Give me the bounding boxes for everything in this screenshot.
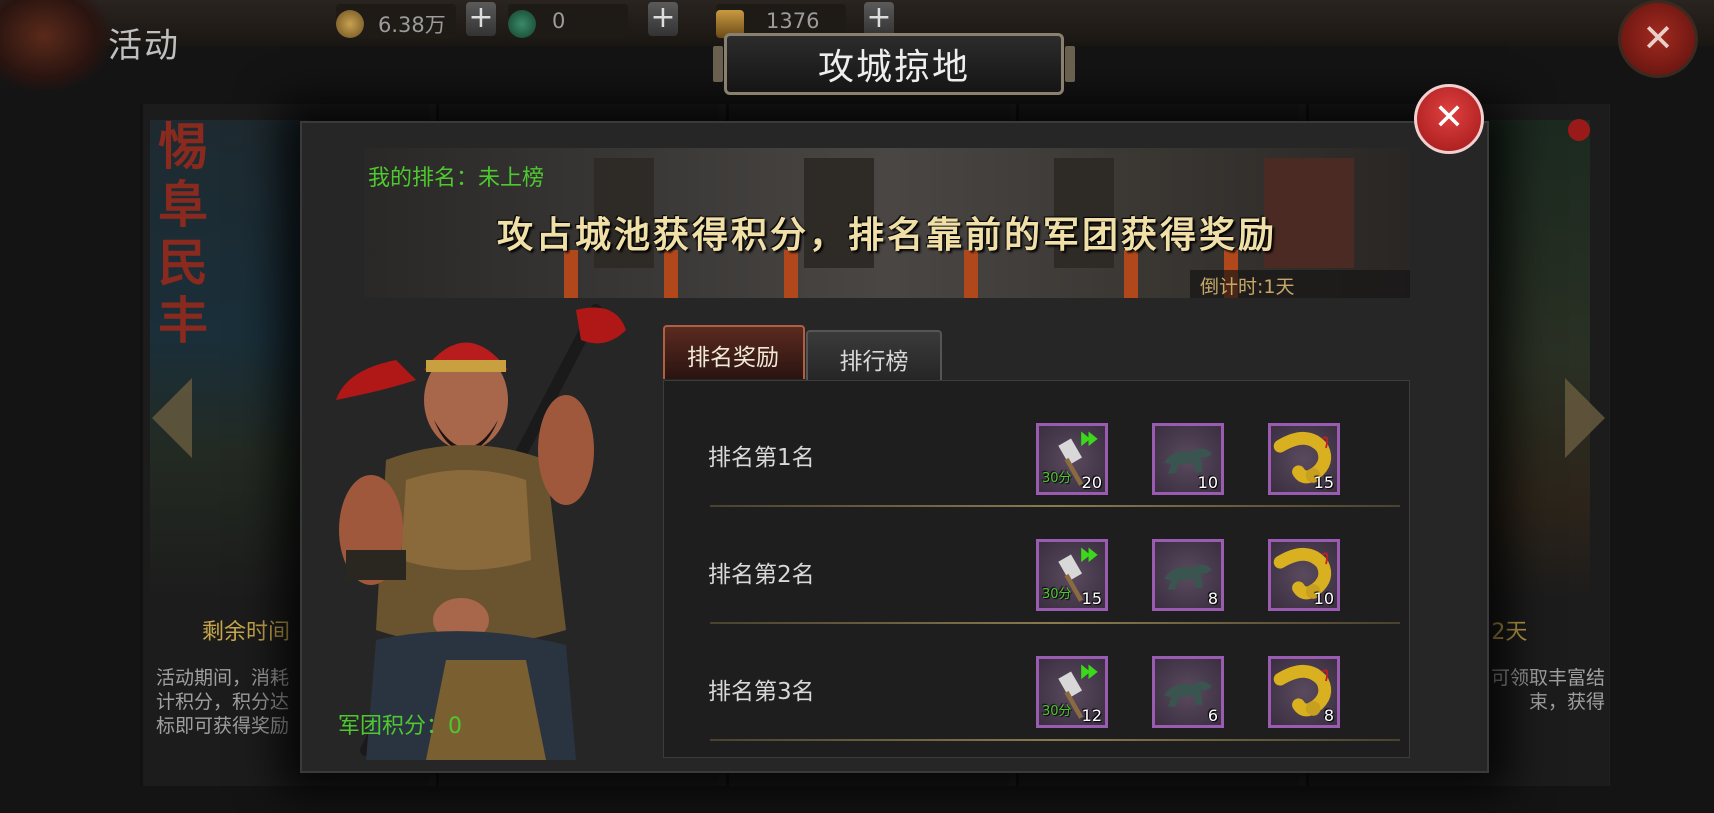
tab-rank-reward-label[interactable]: 排名奖励 [663,338,803,372]
coin-string-icon[interactable]: 10 [1268,539,1340,611]
item-count: 10 [1197,473,1218,492]
item-count: 15 [1313,473,1334,492]
page-title: 活动 [108,26,180,66]
event-slogan: 攻占城池获得积分，排名靠前的军团获得奖励 [496,214,1277,256]
dialog-close-button[interactable]: ✕ [1414,84,1484,154]
countdown-timer: 倒计时:1天 [1200,276,1295,298]
jade-value: 0 [552,9,566,33]
panther-mount-icon[interactable]: 6 [1152,656,1224,728]
item-count: 10 [1313,589,1334,608]
row-divider [710,622,1400,624]
item-count: 6 [1207,706,1218,725]
rank-2-label: 排名第2名 [708,562,815,588]
tab-leaderboard-label[interactable]: 排行榜 [806,342,942,376]
arrow-right-icon[interactable] [1565,378,1605,458]
add-copper-button[interactable]: + [466,2,496,36]
jade-icon [508,10,536,38]
gold-value: 1376 [766,9,820,33]
item-badge: 30分 [1042,587,1072,602]
item-badge: 30分 [1042,704,1072,719]
close-activity-button[interactable]: ✕ [1618,0,1698,78]
panther-mount-icon[interactable]: 10 [1152,423,1224,495]
dragon-emblem-icon [0,0,110,90]
rank-1-label: 排名第1名 [708,445,815,471]
dialog-title: 攻城掠地 [817,47,970,88]
left-card-time: 剩余时间 [202,620,291,645]
arrow-left-icon[interactable] [152,378,192,458]
my-rank-label: 我的排名：未上榜 [368,166,545,191]
row-divider [710,739,1400,741]
add-gold-button[interactable]: + [864,2,894,36]
general-hero-illustration [336,304,626,760]
copper-value: 6.38万 [378,13,446,37]
guild-score-label: 军团积分：0 [338,714,462,739]
copper-coin-icon [336,10,364,38]
item-count: 12 [1081,706,1102,725]
item-count: 20 [1081,473,1102,492]
speedup-hammer-icon[interactable]: 30分 20 [1036,423,1108,495]
coin-string-icon[interactable]: 8 [1268,656,1340,728]
item-count: 15 [1081,589,1102,608]
row-divider [710,505,1400,507]
item-count: 8 [1207,589,1218,608]
add-jade-button[interactable]: + [648,2,678,36]
item-count: 8 [1323,706,1334,725]
notification-dot [1568,119,1590,141]
left-card-description: 活动期间，消耗计积分，积分达标即可获得奖励 [156,667,290,737]
speedup-hammer-icon[interactable]: 30分 12 [1036,656,1108,728]
coin-string-icon[interactable]: 15 [1268,423,1340,495]
rank-3-label: 排名第3名 [708,679,815,705]
item-badge: 30分 [1042,471,1072,486]
left-card-title: 惕阜民丰 [158,117,208,350]
panther-mount-icon[interactable]: 8 [1152,539,1224,611]
speedup-hammer-icon[interactable]: 30分 15 [1036,539,1108,611]
